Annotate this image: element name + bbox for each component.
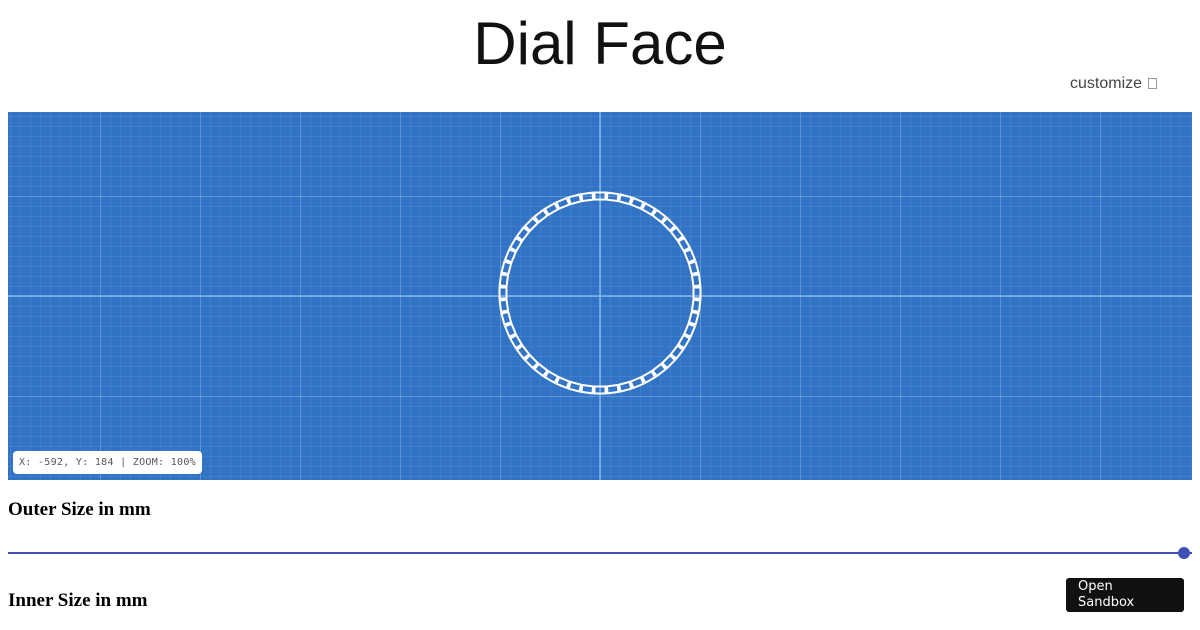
dial-segment [669, 226, 685, 242]
dial-segment [617, 380, 633, 393]
dial-segment [580, 191, 595, 203]
slider-thumb[interactable] [1178, 547, 1190, 559]
dial-segment [508, 236, 524, 253]
dial-segment [503, 248, 518, 264]
dial-drawing [8, 112, 1192, 480]
open-sandbox-button[interactable]: Open Sandbox [1066, 578, 1184, 612]
dial-segment [580, 383, 595, 395]
drawing-canvas[interactable] [8, 112, 1192, 480]
customize-link[interactable]: customize [1070, 74, 1158, 94]
dial-segment [687, 310, 700, 326]
inner-size-label: Inner Size in mm [8, 590, 148, 611]
dial-segment [543, 201, 560, 217]
dial-segment [676, 236, 692, 253]
outer-size-label: Outer Size in mm [8, 499, 151, 520]
dial-segment [676, 333, 692, 350]
dial-segment [498, 273, 510, 288]
dial-segment [640, 201, 657, 217]
dial-segment [567, 193, 583, 206]
dial-segment [508, 333, 524, 350]
dial-segment [515, 344, 531, 360]
dial-segment [500, 310, 513, 326]
dial-segment [500, 260, 513, 276]
dial-segment [629, 196, 645, 211]
dial-segment [692, 286, 702, 300]
dial-segment [690, 273, 702, 288]
dial-segment [498, 286, 508, 300]
square-icon [1148, 78, 1158, 89]
dial-segment [533, 208, 549, 224]
dial-segment [651, 362, 667, 378]
page-title: Dial Face [473, 10, 727, 77]
dial-segment [605, 383, 620, 395]
dial-segment [690, 298, 702, 313]
dial-segment [605, 191, 620, 203]
dial-segment [687, 260, 700, 276]
dial-segment [567, 380, 583, 393]
slider-track[interactable] [8, 552, 1192, 554]
dial-segment [503, 322, 518, 338]
dial-segment [640, 369, 657, 385]
customize-label: customize [1070, 75, 1143, 92]
dial-segment [543, 369, 560, 385]
dial-segment [555, 196, 571, 211]
dial-segment [617, 193, 633, 206]
outer-size-slider[interactable] [8, 545, 1192, 561]
dial-segment [682, 322, 697, 338]
dial-segment [555, 375, 571, 390]
coordinate-readout: X: -592, Y: 184 | ZOOM: 100% [13, 451, 202, 474]
dial-segment [629, 375, 645, 390]
dial-segment [682, 248, 697, 264]
dial-segment [498, 298, 510, 313]
